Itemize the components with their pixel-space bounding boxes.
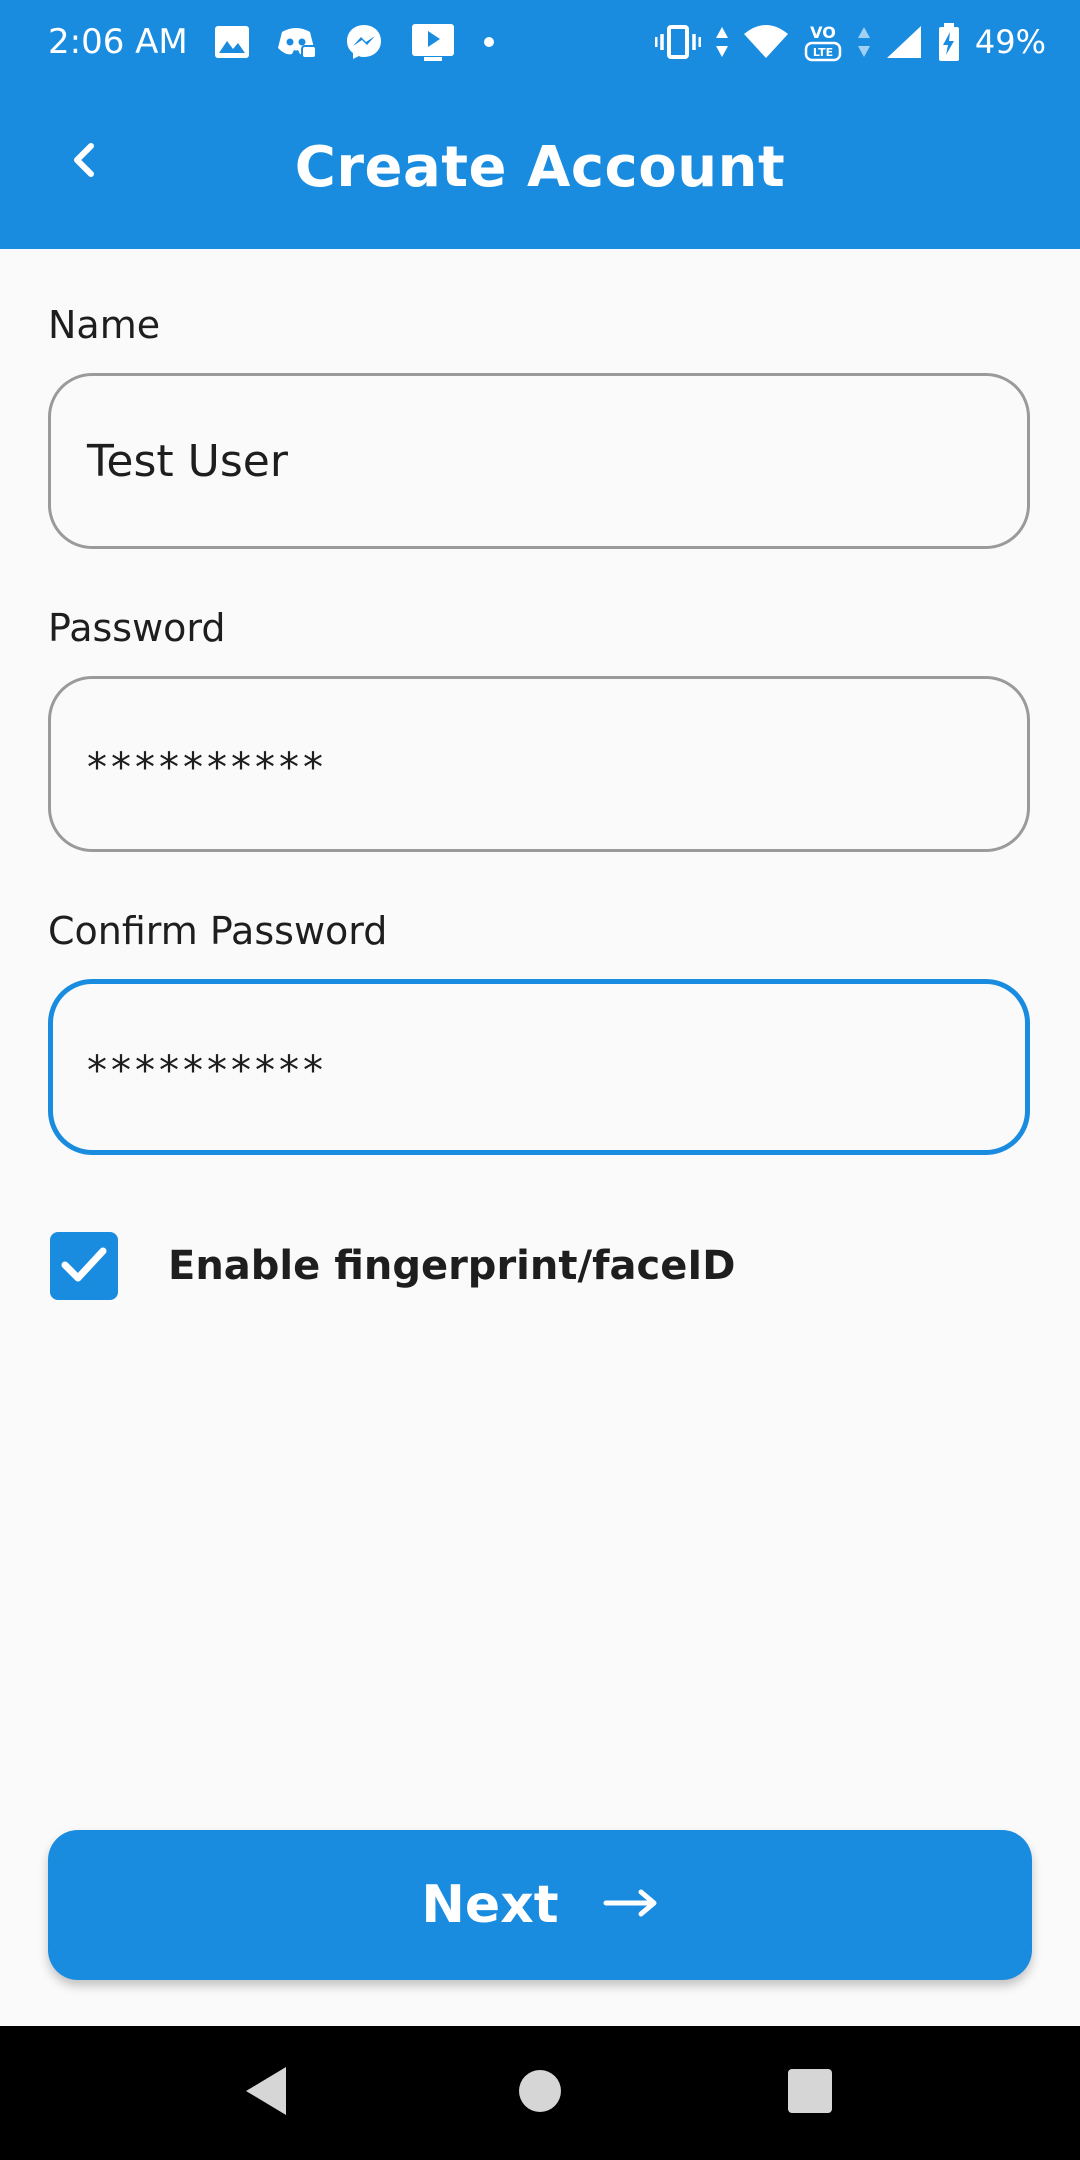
confirm-password-input-value: ********** — [87, 1048, 327, 1094]
wifi-icon — [743, 24, 789, 60]
nav-back-button[interactable] — [207, 2026, 327, 2160]
home-circle-icon — [517, 2068, 563, 2118]
battery-percentage: 49% — [974, 23, 1046, 61]
vibrate-icon — [654, 24, 701, 60]
confirm-password-label: Confirm Password — [48, 909, 388, 953]
biometric-checkbox-label[interactable]: Enable fingerprint/faceID — [168, 1240, 735, 1292]
confirm-password-input[interactable]: ********** — [48, 979, 1030, 1155]
screencast-icon — [410, 22, 456, 62]
nav-home-button[interactable] — [480, 2026, 600, 2160]
discord-icon — [276, 24, 318, 60]
password-label: Password — [48, 606, 226, 650]
checkmark-icon — [58, 1242, 110, 1290]
status-time: 2:06 AM — [48, 22, 188, 62]
recents-square-icon — [787, 2068, 833, 2118]
svg-text:LTE: LTE — [813, 46, 833, 59]
password-input-value: ********** — [87, 745, 327, 791]
messenger-icon — [344, 22, 384, 62]
status-bar: 2:06 AM VO LTE 49% — [0, 0, 1080, 84]
name-input-value: Test User — [87, 435, 288, 487]
gallery-icon — [214, 25, 250, 59]
app-bar: Create Account — [0, 84, 1080, 249]
system-status-icons: VO LTE 49% — [654, 20, 1046, 64]
create-account-screen: 2:06 AM VO LTE 49% Create Account Name T… — [0, 0, 1080, 2160]
page-title: Create Account — [294, 135, 786, 200]
biometric-checkbox[interactable] — [50, 1232, 118, 1300]
data-arrows-icon — [715, 25, 729, 59]
system-nav-bar — [0, 2026, 1080, 2160]
next-button-label: Next — [421, 1875, 559, 1935]
nav-recents-button[interactable] — [750, 2026, 870, 2160]
arrow-right-icon — [603, 1887, 659, 1923]
name-input[interactable]: Test User — [48, 373, 1030, 549]
next-button[interactable]: Next — [48, 1830, 1032, 1980]
cell-signal-icon — [885, 24, 923, 60]
dot-icon — [482, 35, 496, 49]
svg-text:VO: VO — [810, 23, 836, 42]
name-label: Name — [48, 303, 161, 347]
battery-charging-icon — [937, 22, 961, 62]
password-input[interactable]: ********** — [48, 676, 1030, 852]
back-triangle-icon — [242, 2064, 292, 2122]
data-arrows-icon — [857, 25, 871, 59]
notification-icons — [214, 20, 496, 64]
volte-icon: VO LTE — [803, 21, 843, 63]
